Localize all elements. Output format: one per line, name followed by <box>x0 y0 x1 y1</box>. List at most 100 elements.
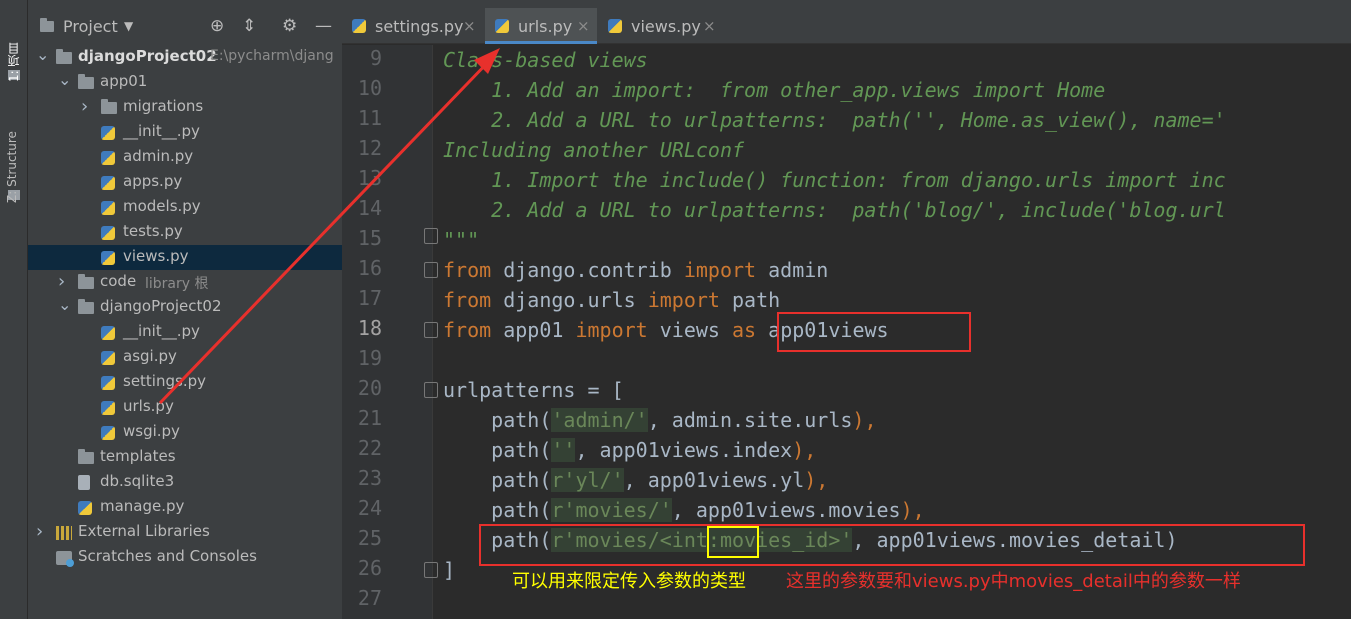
tree-item[interactable]: asgi.py <box>28 345 342 370</box>
code-line: Class-based views <box>443 45 648 75</box>
tab-label: views.py <box>631 17 701 36</box>
tree-item[interactable]: views.py <box>28 245 342 270</box>
line-number: 10 <box>357 76 382 100</box>
python-file-icon <box>101 126 115 140</box>
editor-tab-bar: settings.py × urls.py × views.py × <box>342 0 1351 44</box>
python-file-icon <box>101 176 115 190</box>
tree-item[interactable]: models.py <box>28 195 342 220</box>
folder-icon <box>78 74 94 89</box>
tree-item[interactable]: Scratches and Consoles <box>28 545 342 570</box>
tree-item[interactable]: urls.py <box>28 395 342 420</box>
structure-tool-tab[interactable]: Z: Structure <box>5 108 19 203</box>
line-number: 9 <box>369 46 382 70</box>
line-number: 21 <box>357 406 382 430</box>
tree-item[interactable]: › External Libraries <box>28 520 342 545</box>
chevron-down-icon[interactable]: ▼ <box>124 19 133 33</box>
chevron-down-icon[interactable]: ⌄ <box>58 295 71 314</box>
tree-item-label: Scratches and Consoles <box>78 547 257 565</box>
tree-item-label: settings.py <box>123 372 206 390</box>
tree-item-extra: library 根 <box>145 276 209 292</box>
tree-item-label: migrations <box>123 97 204 115</box>
line-number: 23 <box>357 466 382 490</box>
close-icon[interactable]: × <box>577 17 590 35</box>
tree-item[interactable]: __init__.py <box>28 320 342 345</box>
tree-item[interactable]: ⌄ app01 <box>28 70 342 95</box>
database-file-icon <box>78 475 90 490</box>
code-token: path( <box>443 408 552 432</box>
fold-marker-icon[interactable] <box>424 322 438 338</box>
code-token: r'yl/' <box>551 468 624 492</box>
highlight-movies-detail-path <box>479 524 1305 566</box>
code-line: ] <box>443 555 455 585</box>
fold-marker-icon[interactable] <box>424 382 438 398</box>
tree-item[interactable]: apps.py <box>28 170 342 195</box>
folder-icon <box>56 49 72 64</box>
code-token: """ <box>443 228 480 252</box>
locate-icon[interactable]: ⊕ <box>210 16 224 36</box>
tab-label: urls.py <box>518 17 573 36</box>
tab-settings-py[interactable]: settings.py × <box>342 8 484 44</box>
code-token: as <box>732 318 757 342</box>
code-token: from <box>443 318 492 342</box>
close-icon[interactable]: × <box>463 17 476 35</box>
tree-item-label: views.py <box>123 247 189 265</box>
tab-urls-py[interactable]: urls.py × <box>485 8 597 44</box>
fold-marker-icon[interactable] <box>424 262 438 278</box>
code-token: , app01views.yl <box>623 468 805 492</box>
collapse-all-icon[interactable]: ⇕ <box>242 16 256 36</box>
project-view-selector[interactable]: Project <box>63 17 118 36</box>
code-token: path <box>719 288 781 312</box>
code-token: admin <box>756 258 829 282</box>
tree-item[interactable]: settings.py <box>28 370 342 395</box>
code-line: from django.contrib import admin <box>443 255 828 285</box>
close-icon[interactable]: × <box>703 17 716 35</box>
line-number: 12 <box>357 136 382 160</box>
python-file-icon <box>101 326 115 340</box>
python-file-icon <box>101 226 115 240</box>
code-token: ), <box>792 438 817 462</box>
tree-item[interactable]: wsgi.py <box>28 420 342 445</box>
tree-item[interactable]: › code library 根 <box>28 270 342 295</box>
python-file-icon <box>608 19 622 33</box>
tree-item[interactable]: ⌄ djangoProject02 E:\pycharm\djang <box>28 45 342 70</box>
fold-marker-icon[interactable] <box>424 562 438 578</box>
line-number: 24 <box>357 496 382 520</box>
tree-item[interactable]: manage.py <box>28 495 342 520</box>
highlight-import-alias <box>777 312 971 352</box>
tree-item-label: templates <box>100 447 176 465</box>
tree-item-label: wsgi.py <box>123 422 180 440</box>
tree-item[interactable]: db.sqlite3 <box>28 470 342 495</box>
gear-icon[interactable]: ⚙ <box>282 16 297 36</box>
python-file-icon <box>101 426 115 440</box>
tree-item[interactable]: ⌄ djangoProject02 <box>28 295 342 320</box>
tab-label: settings.py <box>375 17 464 36</box>
tree-item[interactable]: › migrations <box>28 95 342 120</box>
project-panel: Project ▼ ⊕ ⇕ ⚙ — ⌄ djangoProject02 E:\pyc… <box>28 0 342 619</box>
code-token: import <box>575 318 648 342</box>
code-token: 2. Add a URL to urlpatterns: path('blog/… <box>443 198 1226 222</box>
python-file-icon <box>101 201 115 215</box>
chevron-down-icon[interactable]: ⌄ <box>36 45 49 64</box>
chevron-right-icon[interactable]: › <box>36 521 46 542</box>
chevron-down-icon[interactable]: ⌄ <box>58 70 71 89</box>
tree-item[interactable]: templates <box>28 445 342 470</box>
tree-item[interactable]: __init__.py <box>28 120 342 145</box>
code-token: django.urls <box>491 288 648 312</box>
minimize-icon[interactable]: — <box>315 16 332 36</box>
chevron-right-icon[interactable]: › <box>58 271 68 292</box>
code-line: path(r'movies/', app01views.movies), <box>443 495 925 525</box>
python-file-icon <box>101 401 115 415</box>
tree-item-label: djangoProject02 <box>100 297 222 315</box>
code-line: 1. Add an import: from other_app.views i… <box>443 75 1105 105</box>
code-token: ), <box>804 468 829 492</box>
code-line: """ <box>443 225 479 255</box>
tree-item[interactable]: tests.py <box>28 220 342 245</box>
code-line: path('', app01views.index), <box>443 435 816 465</box>
chevron-right-icon[interactable]: › <box>81 96 91 117</box>
tab-views-py[interactable]: views.py × <box>598 8 723 44</box>
code-editor[interactable]: 9 Class-based views 10 1. Add an import: f… <box>342 45 1351 619</box>
project-tool-tab[interactable]: 1: 项目 <box>5 12 22 83</box>
tree-item[interactable]: admin.py <box>28 145 342 170</box>
fold-marker-icon[interactable] <box>424 228 438 244</box>
tree-item-label: apps.py <box>123 172 183 190</box>
